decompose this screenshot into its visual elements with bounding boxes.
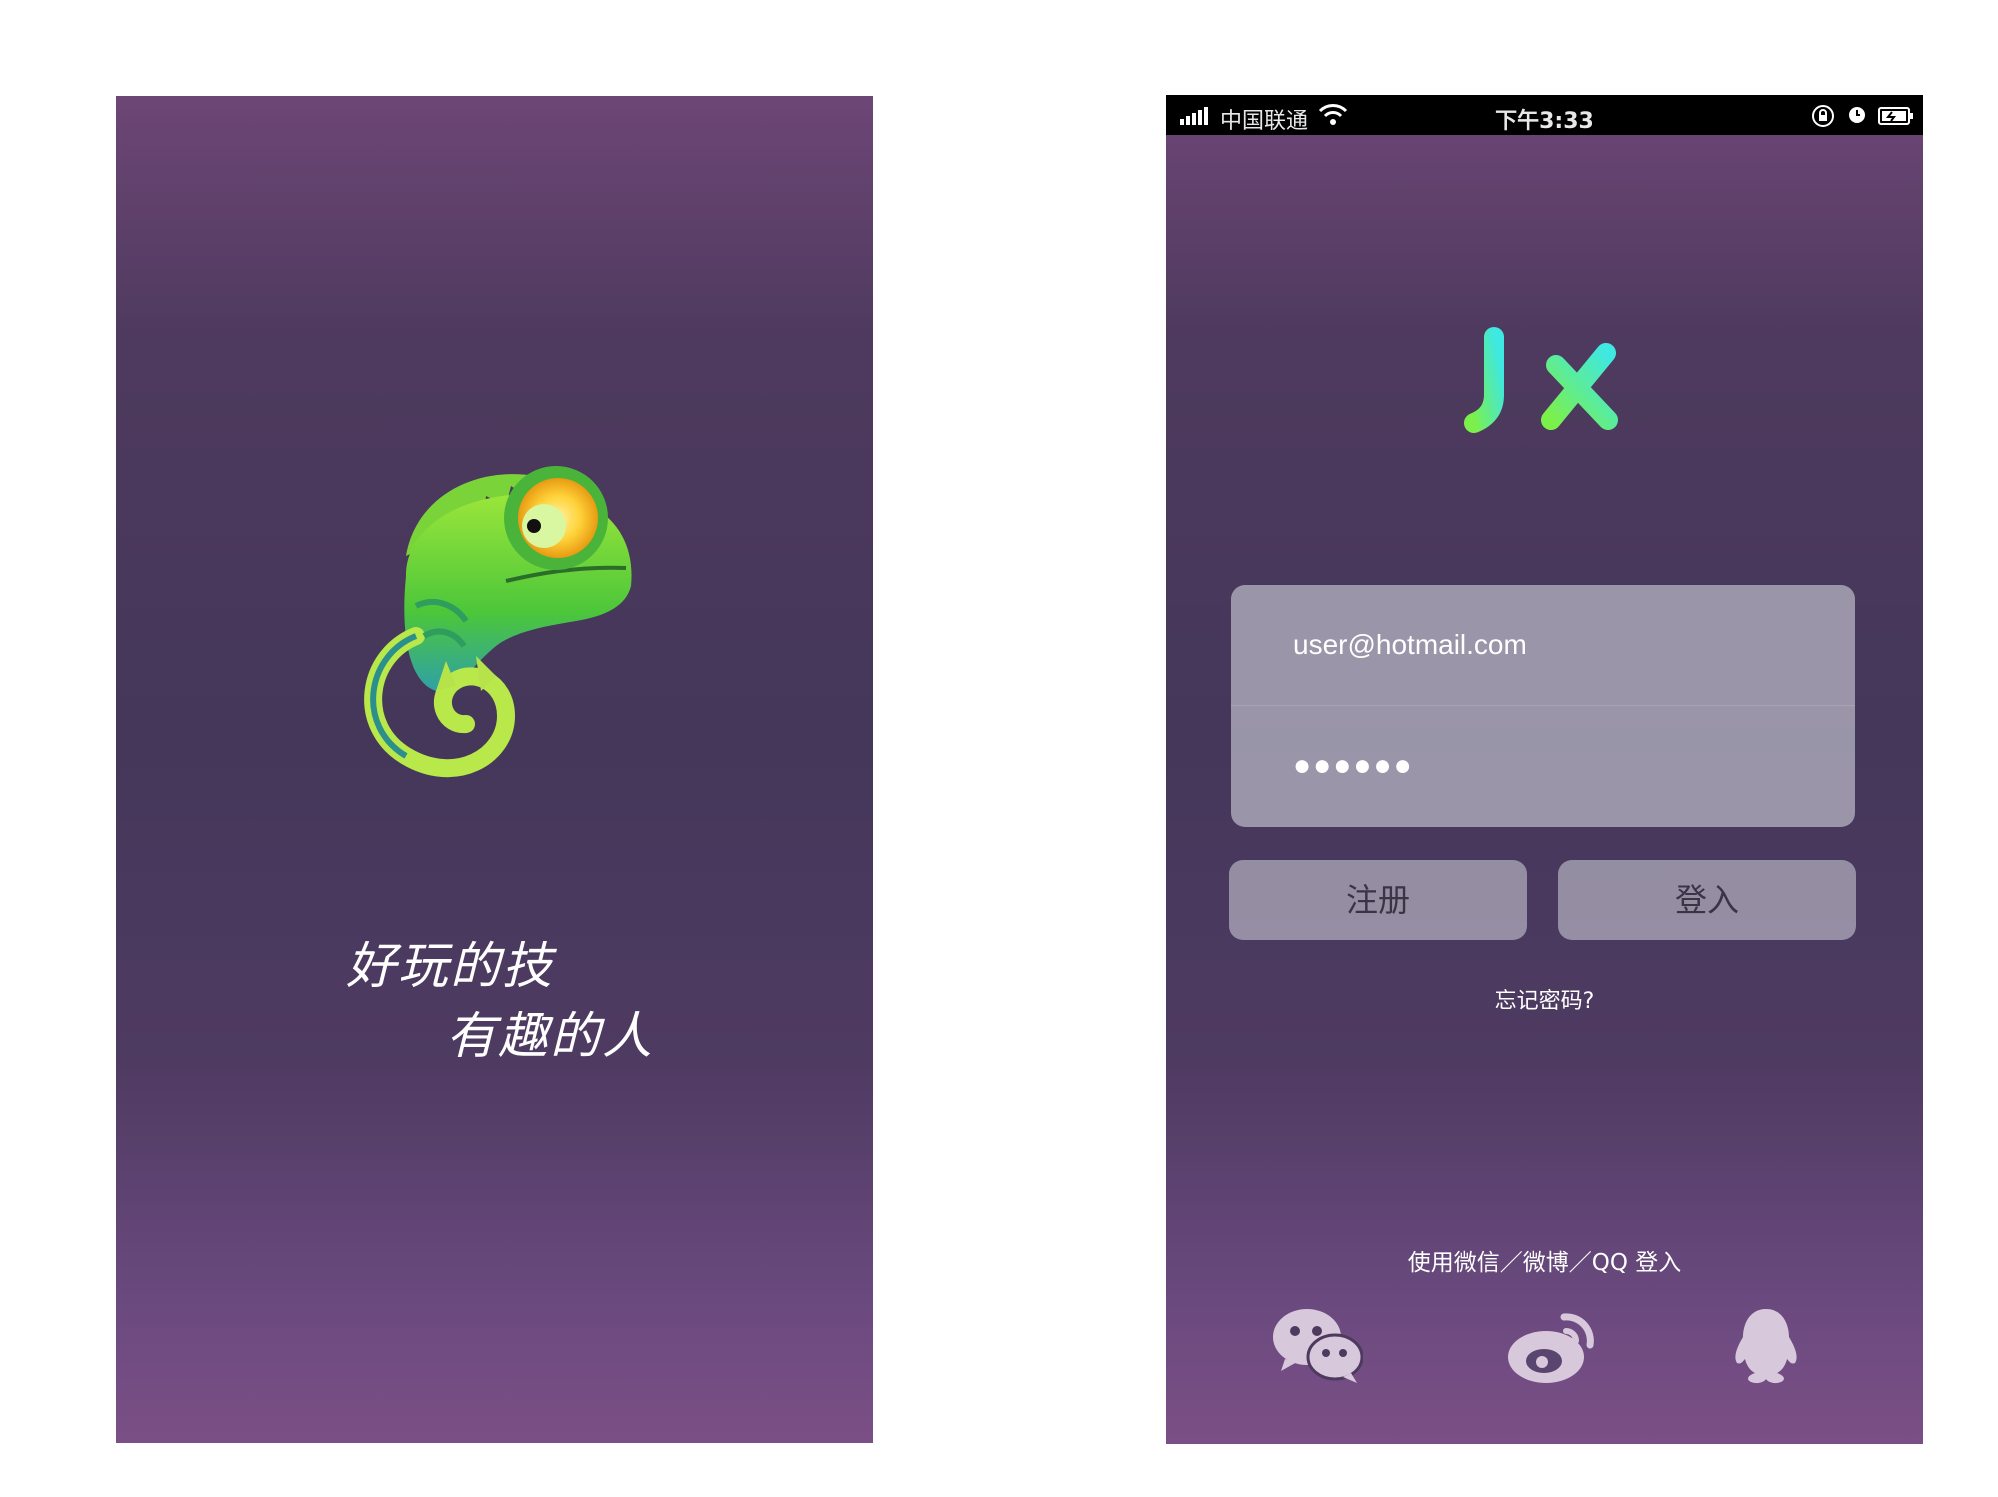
- status-bar: 中国联通 下午3:33: [1166, 95, 1923, 135]
- weibo-icon[interactable]: [1506, 1307, 1598, 1385]
- ji-logo-icon: [1458, 247, 1618, 433]
- login-form: user@hotmail.com ●●●●●●: [1231, 585, 1855, 827]
- email-field[interactable]: user@hotmail.com: [1231, 585, 1855, 705]
- splash-screen: 好玩的技 有趣的人: [116, 96, 873, 1443]
- password-field[interactable]: ●●●●●●: [1231, 706, 1855, 826]
- status-time: 下午3:33: [1495, 109, 1594, 134]
- slogan-line-2: 有趣的人: [446, 1007, 654, 1065]
- login-screen: 中国联通 下午3:33 user@hotmail.com ●●●●●● 注册 登…: [1166, 95, 1923, 1444]
- wechat-icon[interactable]: [1271, 1307, 1363, 1385]
- rotation-lock-icon: [1812, 105, 1834, 127]
- battery-icon: [1878, 107, 1913, 125]
- chameleon-icon: [364, 466, 632, 778]
- register-button[interactable]: 注册: [1229, 860, 1527, 940]
- login-button[interactable]: 登入: [1558, 860, 1856, 940]
- alarm-icon: [1849, 107, 1865, 123]
- forgot-password-link[interactable]: 忘记密码?: [1166, 983, 1923, 1015]
- social-login-label: 使用微信／微博／QQ 登入: [1407, 1250, 1682, 1276]
- qq-icon[interactable]: [1731, 1307, 1801, 1385]
- slogan-line-1: 好玩的技: [346, 937, 554, 995]
